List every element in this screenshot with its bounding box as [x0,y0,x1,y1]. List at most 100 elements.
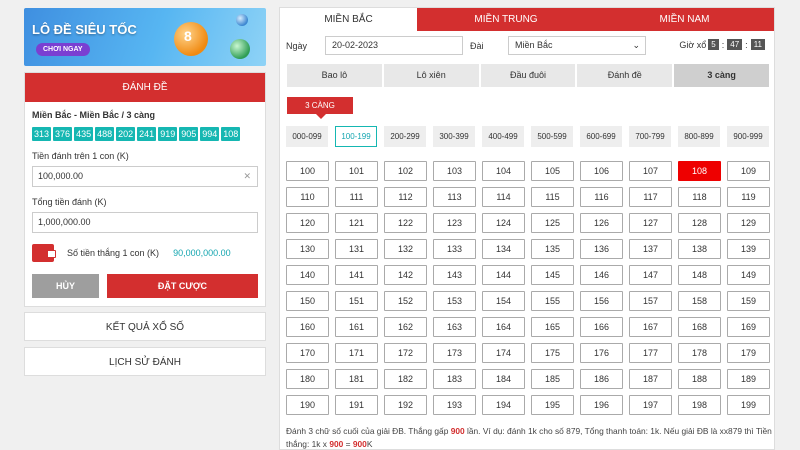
number-cell[interactable]: 167 [629,317,672,337]
number-cell[interactable]: 166 [580,317,623,337]
number-cell[interactable]: 103 [433,161,476,181]
number-cell[interactable]: 193 [433,395,476,415]
number-cell[interactable]: 168 [678,317,721,337]
range-button[interactable]: 400-499 [482,126,524,147]
range-button[interactable]: 200-299 [384,126,426,147]
number-cell[interactable]: 140 [286,265,329,285]
number-cell[interactable]: 178 [678,343,721,363]
number-cell[interactable]: 145 [531,265,574,285]
number-cell[interactable]: 127 [629,213,672,233]
number-cell[interactable]: 142 [384,265,427,285]
number-cell[interactable]: 123 [433,213,476,233]
range-button[interactable]: 000-099 [286,126,328,147]
number-cell[interactable]: 112 [384,187,427,207]
number-cell[interactable]: 187 [629,369,672,389]
number-cell[interactable]: 157 [629,291,672,311]
number-cell[interactable]: 125 [531,213,574,233]
number-cell[interactable]: 190 [286,395,329,415]
number-cell[interactable]: 114 [482,187,525,207]
number-cell[interactable]: 171 [335,343,378,363]
game-tab[interactable]: 3 càng [674,64,769,87]
number-cell[interactable]: 184 [482,369,525,389]
number-cell[interactable]: 180 [286,369,329,389]
results-link[interactable]: KẾT QUẢ XỔ SỐ [24,312,266,341]
date-input[interactable]: 20-02-2023 [325,36,463,55]
number-cell[interactable]: 191 [335,395,378,415]
number-cell[interactable]: 188 [678,369,721,389]
game-tab[interactable]: Lô xiên [383,64,479,87]
number-cell[interactable]: 102 [384,161,427,181]
range-button[interactable]: 800-899 [678,126,720,147]
total-input[interactable]: 1,000,000.00 [32,212,258,233]
number-cell[interactable]: 130 [286,239,329,259]
number-cell[interactable]: 152 [384,291,427,311]
number-cell[interactable]: 143 [433,265,476,285]
number-cell[interactable]: 119 [727,187,770,207]
number-cell[interactable]: 135 [531,239,574,259]
range-button[interactable]: 500-599 [531,126,573,147]
number-cell[interactable]: 138 [678,239,721,259]
number-cell[interactable]: 164 [482,317,525,337]
number-cell[interactable]: 118 [678,187,721,207]
number-cell[interactable]: 196 [580,395,623,415]
number-cell[interactable]: 128 [678,213,721,233]
number-cell[interactable]: 170 [286,343,329,363]
number-cell[interactable]: 148 [678,265,721,285]
number-cell[interactable]: 173 [433,343,476,363]
station-select[interactable]: Miền Bắc ⌄ [508,36,646,55]
play-now-button[interactable]: CHƠI NGAY [36,43,90,56]
clear-icon[interactable]: ✕ [243,167,251,186]
tab-mien-nam[interactable]: MIỀN NAM [595,8,774,31]
range-button[interactable]: 600-699 [580,126,622,147]
number-cell[interactable]: 104 [482,161,525,181]
number-cell[interactable]: 158 [678,291,721,311]
range-button[interactable]: 900-999 [727,126,769,147]
number-cell[interactable]: 106 [580,161,623,181]
number-cell[interactable]: 107 [629,161,672,181]
number-cell[interactable]: 150 [286,291,329,311]
history-link[interactable]: LỊCH SỬ ĐÁNH [24,347,266,376]
number-cell[interactable]: 186 [580,369,623,389]
stake-input[interactable]: 100,000.00 ✕ [32,166,258,187]
promo-banner[interactable]: LÔ ĐỀ SIÊU TỐC CHƠI NGAY 8 [24,8,266,66]
number-cell[interactable]: 162 [384,317,427,337]
number-cell[interactable]: 136 [580,239,623,259]
number-cell[interactable]: 176 [580,343,623,363]
number-cell[interactable]: 124 [482,213,525,233]
tab-mien-trung[interactable]: MIỀN TRUNG [417,8,595,31]
number-cell[interactable]: 169 [727,317,770,337]
number-cell[interactable]: 144 [482,265,525,285]
number-cell[interactable]: 182 [384,369,427,389]
number-cell[interactable]: 177 [629,343,672,363]
number-cell[interactable]: 120 [286,213,329,233]
number-cell[interactable]: 111 [335,187,378,207]
number-cell[interactable]: 147 [629,265,672,285]
number-cell[interactable]: 129 [727,213,770,233]
number-cell[interactable]: 151 [335,291,378,311]
number-cell[interactable]: 113 [433,187,476,207]
number-cell[interactable]: 179 [727,343,770,363]
number-cell[interactable]: 195 [531,395,574,415]
number-cell[interactable]: 181 [335,369,378,389]
number-cell[interactable]: 163 [433,317,476,337]
tab-mien-bac[interactable]: MIỀN BẮC [280,8,417,31]
game-tab[interactable]: Đánh đề [577,64,673,87]
number-cell[interactable]: 165 [531,317,574,337]
number-cell[interactable]: 141 [335,265,378,285]
number-cell[interactable]: 175 [531,343,574,363]
number-cell[interactable]: 101 [335,161,378,181]
number-cell[interactable]: 172 [384,343,427,363]
number-cell[interactable]: 117 [629,187,672,207]
number-cell[interactable]: 159 [727,291,770,311]
place-bet-button[interactable]: ĐẶT CƯỢC [107,274,258,298]
number-cell[interactable]: 161 [335,317,378,337]
number-cell[interactable]: 108 [678,161,721,181]
range-button[interactable]: 100-199 [335,126,377,147]
number-cell[interactable]: 100 [286,161,329,181]
number-cell[interactable]: 133 [433,239,476,259]
cancel-button[interactable]: HỦY [32,274,99,298]
number-cell[interactable]: 199 [727,395,770,415]
number-cell[interactable]: 132 [384,239,427,259]
number-cell[interactable]: 153 [433,291,476,311]
number-cell[interactable]: 116 [580,187,623,207]
